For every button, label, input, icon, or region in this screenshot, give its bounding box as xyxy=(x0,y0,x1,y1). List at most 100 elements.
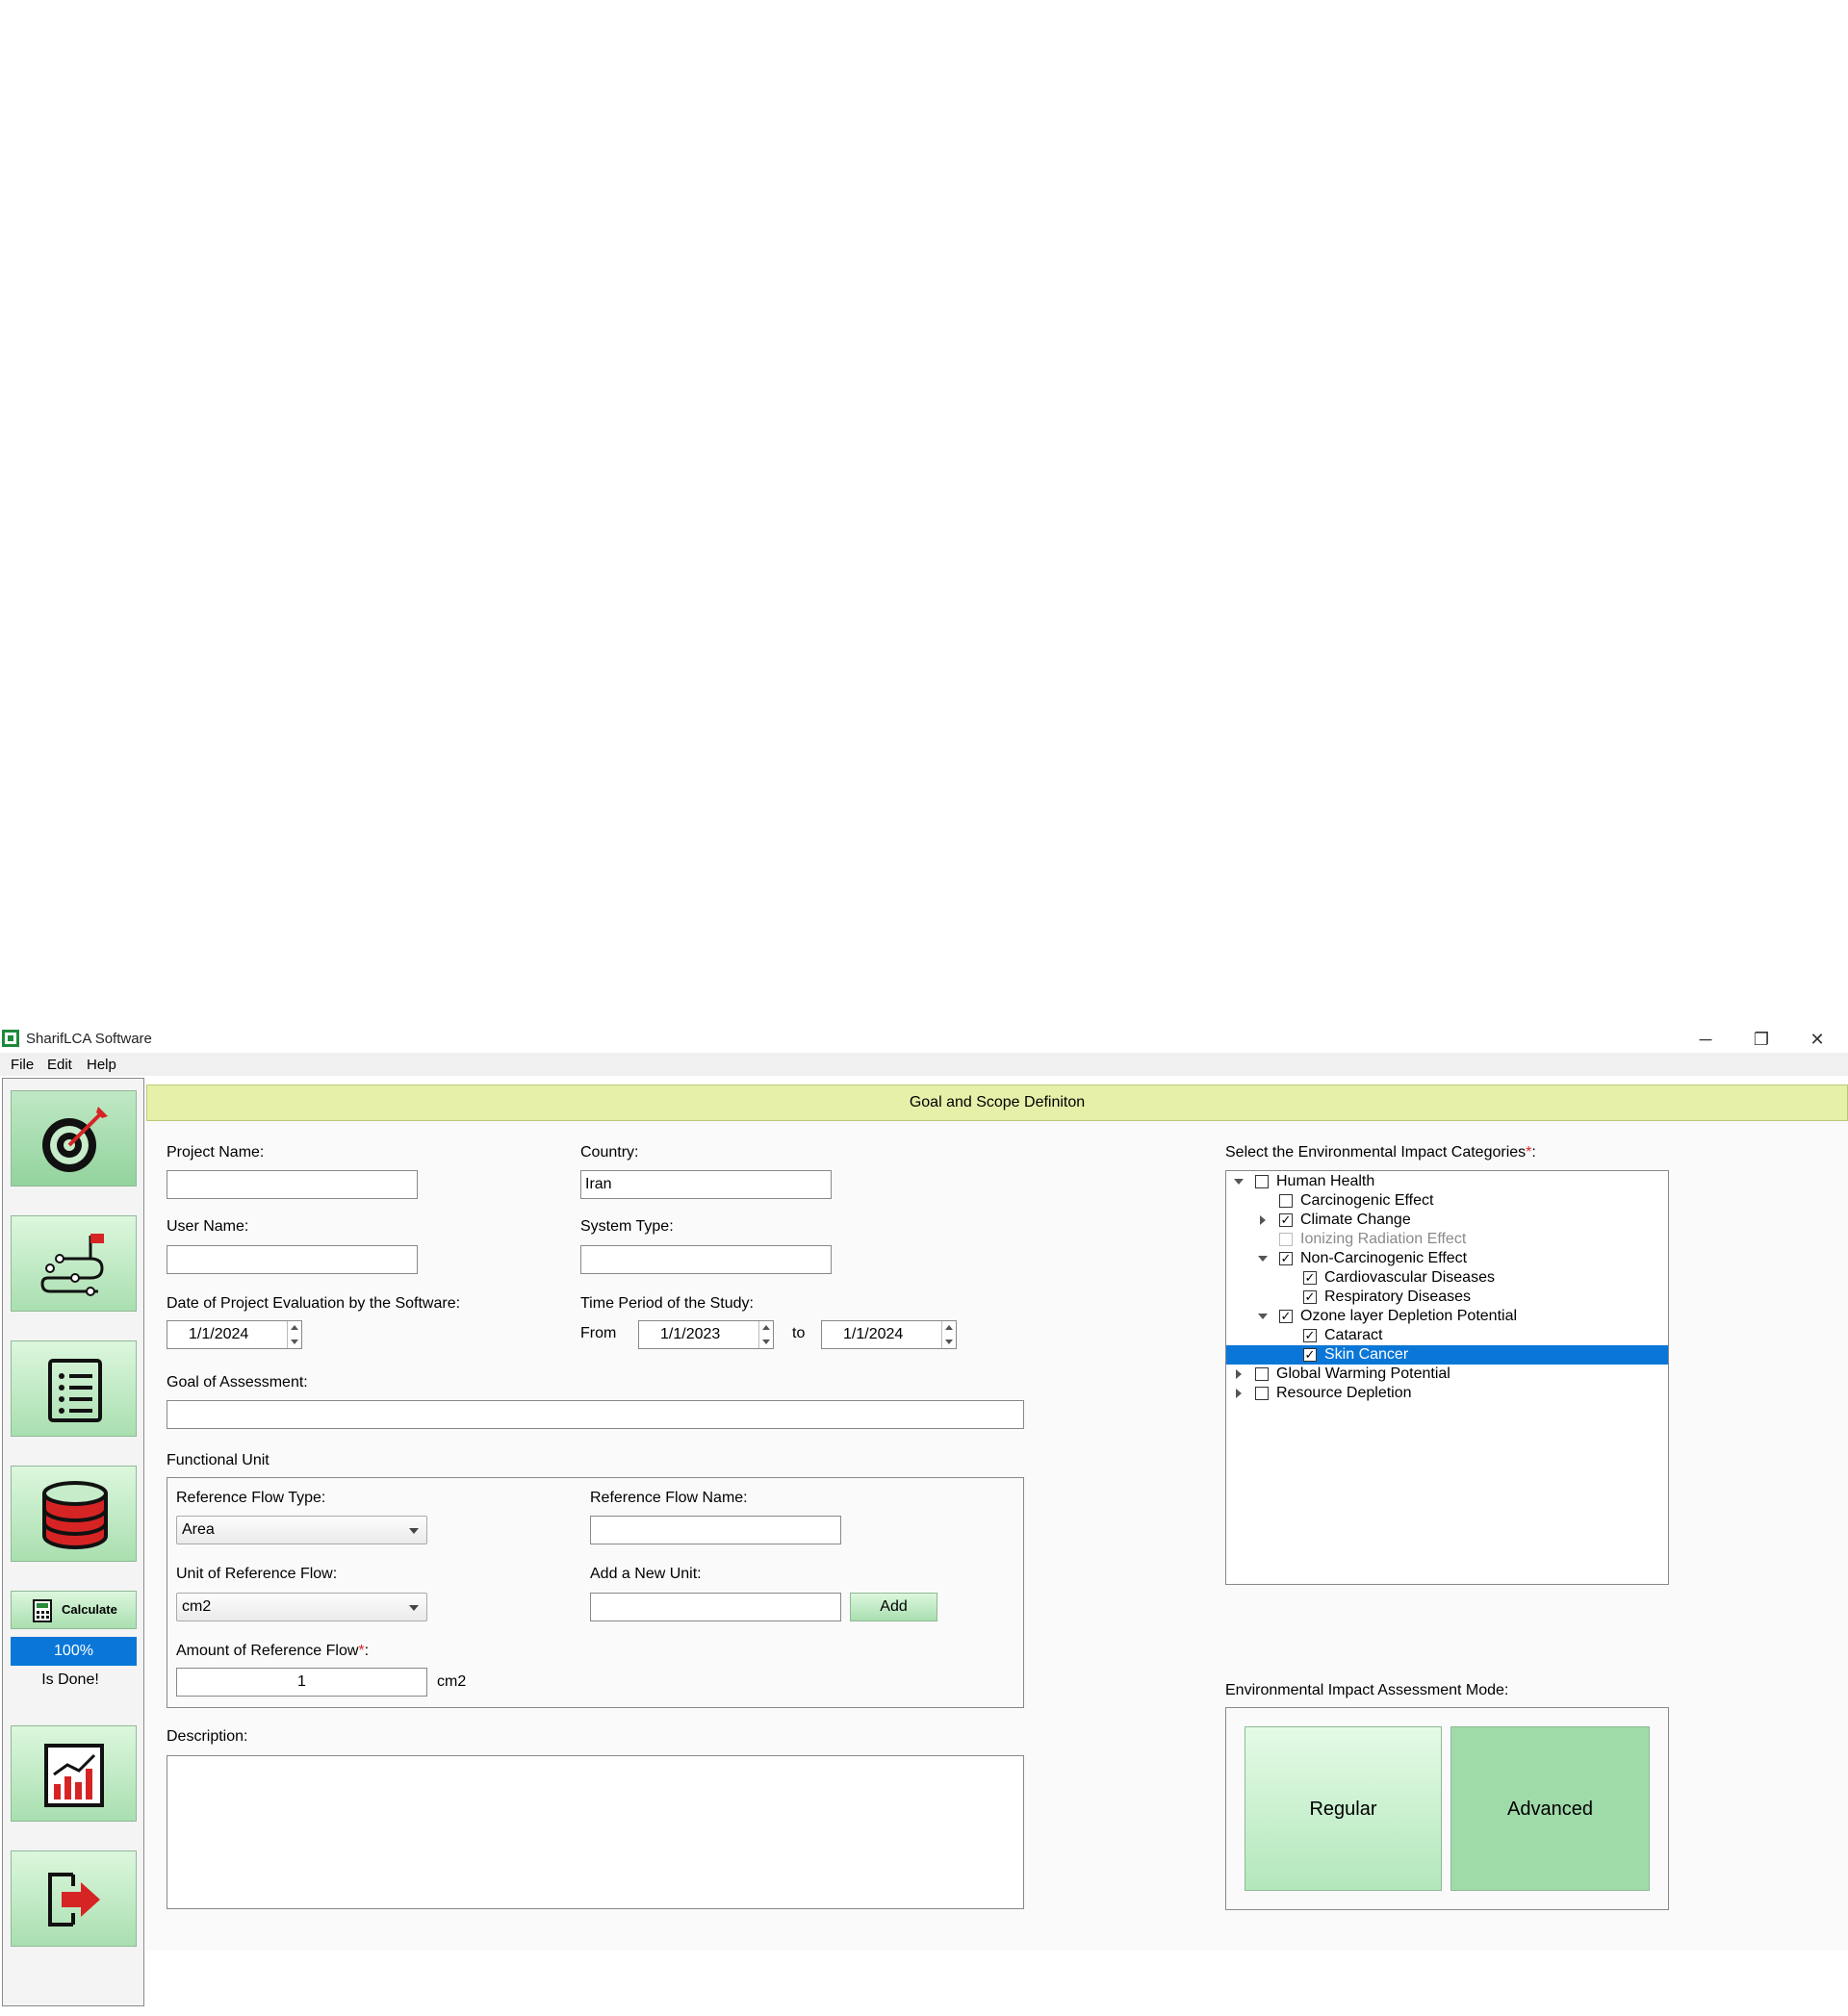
tree-node-label: Cardiovascular Diseases xyxy=(1324,1269,1495,1286)
expand-down-icon[interactable] xyxy=(1258,1256,1268,1262)
advanced-mode-button[interactable]: Advanced xyxy=(1450,1726,1650,1891)
tree-checkbox[interactable] xyxy=(1255,1387,1269,1400)
amount-label: Amount of Reference Flow*: xyxy=(176,1643,370,1659)
ref-flow-name-input[interactable] xyxy=(590,1516,841,1544)
add-unit-button[interactable]: Add xyxy=(850,1593,937,1621)
chevron-down-icon xyxy=(409,1605,419,1611)
date-eval-label: Date of Project Evaluation by the Softwa… xyxy=(167,1295,461,1312)
route-nav-button[interactable] xyxy=(11,1215,137,1312)
goal-scope-nav-button[interactable] xyxy=(11,1090,137,1187)
progress-bar: 100% xyxy=(11,1637,137,1666)
date-eval-picker[interactable]: 1/1/2024 xyxy=(167,1320,302,1349)
impact-categories-label: Select the Environmental Impact Categori… xyxy=(1225,1144,1536,1161)
tree-checkbox[interactable] xyxy=(1255,1175,1269,1188)
ref-flow-type-value: Area xyxy=(182,1521,215,1538)
amount-input[interactable] xyxy=(176,1668,427,1697)
tree-node-label: Carcinogenic Effect xyxy=(1300,1192,1434,1209)
ref-flow-name-label: Reference Flow Name: xyxy=(590,1490,748,1506)
tree-checkbox[interactable]: ✓ xyxy=(1279,1310,1293,1323)
expand-down-icon[interactable] xyxy=(1258,1314,1268,1319)
to-date-value: 1/1/2024 xyxy=(843,1326,904,1342)
tree-node[interactable]: ✓ Skin Cancer xyxy=(1226,1345,1668,1365)
tree-node-label: Skin Cancer xyxy=(1324,1346,1409,1363)
exit-icon xyxy=(48,1873,100,1927)
calculate-button[interactable]: Calculate xyxy=(11,1591,137,1629)
unit-value: cm2 xyxy=(182,1598,212,1615)
tree-checkbox[interactable]: ✓ xyxy=(1303,1348,1317,1362)
to-date-picker[interactable]: 1/1/2024 xyxy=(821,1320,957,1349)
menu-help[interactable]: Help xyxy=(87,1057,116,1073)
window-title: SharifLCA Software xyxy=(26,1031,152,1047)
tree-node-label: Non-Carcinogenic Effect xyxy=(1300,1250,1468,1266)
tree-node-label: Global Warming Potential xyxy=(1276,1365,1450,1382)
sidebar: Calculate 100% Is Done! xyxy=(2,1078,144,2006)
bar-chart-icon xyxy=(44,1744,104,1807)
exit-nav-button[interactable] xyxy=(11,1850,137,1947)
title-bar: SharifLCA Software ─ ❐ ✕ xyxy=(0,1026,1848,1053)
to-label: to xyxy=(792,1325,806,1341)
assessment-mode-group: Regular Advanced xyxy=(1225,1707,1669,1910)
app-logo-icon xyxy=(2,1030,19,1047)
tree-node-label: Ionizing Radiation Effect xyxy=(1300,1231,1467,1247)
unit-select[interactable]: cm2 xyxy=(176,1593,427,1621)
goal-label: Goal of Assessment: xyxy=(167,1374,308,1391)
page-title: Goal and Scope Definiton xyxy=(146,1085,1848,1121)
list-icon xyxy=(48,1359,102,1422)
from-date-value: 1/1/2023 xyxy=(660,1326,721,1342)
expand-right-icon[interactable] xyxy=(1236,1369,1242,1379)
regular-mode-button[interactable]: Regular xyxy=(1245,1726,1442,1891)
tree-node-label: Human Health xyxy=(1276,1173,1375,1189)
tree-node-label: Respiratory Diseases xyxy=(1324,1289,1472,1305)
expand-right-icon[interactable] xyxy=(1236,1389,1242,1398)
amount-unit-label: cm2 xyxy=(437,1673,467,1690)
assessment-mode-label: Environmental Impact Assessment Mode: xyxy=(1225,1682,1509,1698)
close-button[interactable]: ✕ xyxy=(1789,1026,1845,1053)
menu-edit[interactable]: Edit xyxy=(47,1057,72,1073)
calculator-icon xyxy=(33,1599,52,1622)
database-nav-button[interactable] xyxy=(11,1466,137,1562)
expand-down-icon[interactable] xyxy=(1234,1179,1244,1185)
description-label: Description: xyxy=(167,1728,248,1745)
from-date-picker[interactable]: 1/1/2023 xyxy=(638,1320,774,1349)
menu-bar: File Edit Help xyxy=(0,1053,1848,1076)
impact-categories-tree[interactable]: Human Health Carcinogenic Effect ✓ Climate … xyxy=(1225,1170,1669,1585)
from-date-spinner[interactable] xyxy=(758,1321,773,1348)
goal-input[interactable] xyxy=(167,1400,1024,1429)
maximize-button[interactable]: ❐ xyxy=(1733,1026,1789,1053)
tree-checkbox[interactable]: ✓ xyxy=(1279,1213,1293,1227)
inventory-nav-button[interactable] xyxy=(11,1340,137,1437)
functional-unit-label: Functional Unit xyxy=(167,1452,270,1468)
tree-checkbox[interactable]: ✓ xyxy=(1303,1290,1317,1304)
database-icon xyxy=(42,1481,108,1549)
app-window: SharifLCA Software ─ ❐ ✕ File Edit Help xyxy=(0,1026,1848,2016)
to-date-spinner[interactable] xyxy=(941,1321,956,1348)
ref-flow-type-select[interactable]: Area xyxy=(176,1516,427,1544)
user-name-label: User Name: xyxy=(167,1218,249,1235)
user-name-input[interactable] xyxy=(167,1245,418,1274)
menu-file[interactable]: File xyxy=(11,1057,34,1073)
tree-checkbox[interactable] xyxy=(1279,1194,1293,1208)
system-type-input[interactable] xyxy=(580,1245,832,1274)
tree-checkbox[interactable]: ✓ xyxy=(1303,1329,1317,1342)
tree-node-label: Ozone layer Depletion Potential xyxy=(1300,1308,1518,1324)
tree-checkbox[interactable]: ✓ xyxy=(1303,1271,1317,1285)
new-unit-input[interactable] xyxy=(590,1593,841,1621)
route-icon xyxy=(40,1234,104,1296)
system-type-label: System Type: xyxy=(580,1218,674,1235)
description-textarea[interactable] xyxy=(167,1755,1024,1909)
expand-right-icon[interactable] xyxy=(1260,1215,1266,1225)
tree-node-label: Resource Depletion xyxy=(1276,1385,1412,1401)
minimize-button[interactable]: ─ xyxy=(1678,1026,1733,1053)
results-nav-button[interactable] xyxy=(11,1725,137,1822)
new-unit-label: Add a New Unit: xyxy=(590,1566,702,1582)
tree-checkbox[interactable]: ✓ xyxy=(1279,1252,1293,1265)
country-label: Country: xyxy=(580,1144,639,1161)
country-input[interactable] xyxy=(580,1170,832,1199)
project-name-input[interactable] xyxy=(167,1170,418,1199)
date-eval-spinner[interactable] xyxy=(287,1321,301,1348)
from-label: From xyxy=(580,1325,617,1341)
calculate-label: Calculate xyxy=(62,1602,117,1617)
main-content: Goal and Scope Definiton Project Name: U… xyxy=(146,1085,1848,1951)
tree-checkbox[interactable] xyxy=(1255,1367,1269,1381)
unit-label: Unit of Reference Flow: xyxy=(176,1566,338,1582)
